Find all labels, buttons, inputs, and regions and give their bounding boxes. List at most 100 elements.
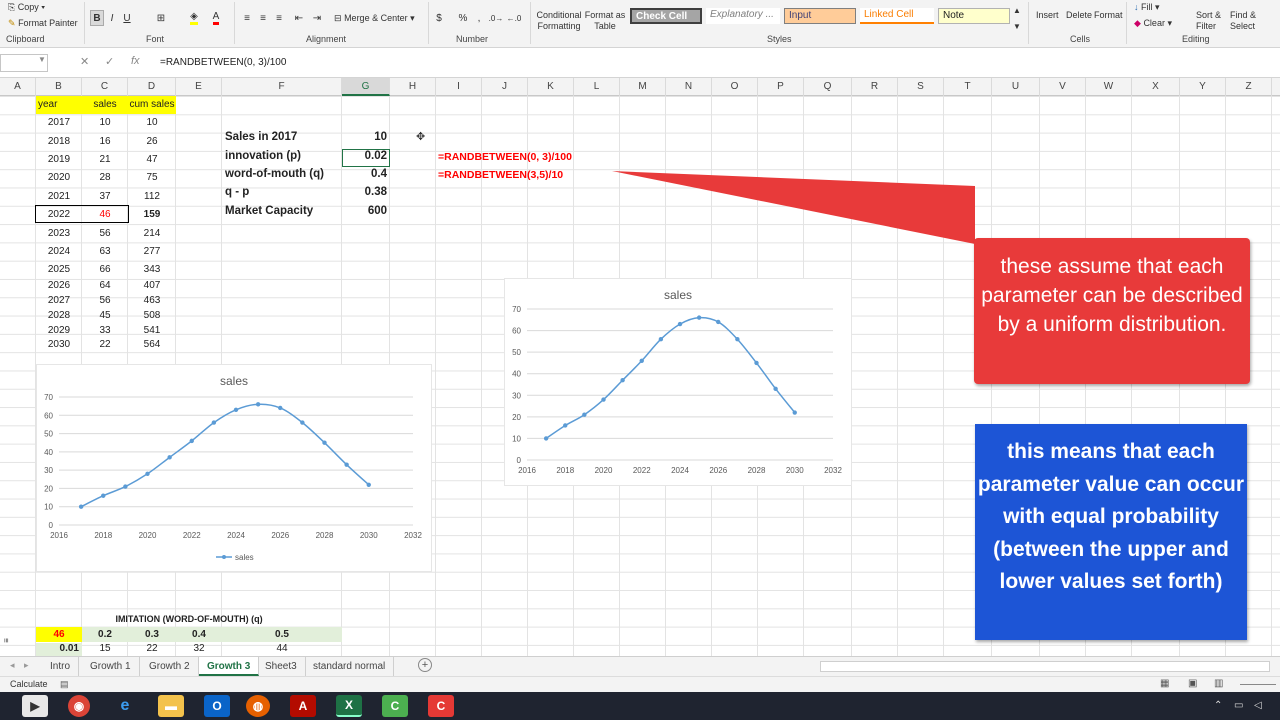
column-header-o[interactable]: O <box>712 78 758 96</box>
column-header-d[interactable]: D <box>128 78 176 96</box>
column-header-l[interactable]: L <box>574 78 620 96</box>
format-cells-button[interactable]: Format <box>1094 10 1123 20</box>
zoom-slider[interactable] <box>1240 684 1276 685</box>
copy-button[interactable]: ⎘ Copy ▾ <box>8 2 45 13</box>
header-sales[interactable]: sales <box>82 96 128 114</box>
param-label[interactable]: q - p <box>225 186 249 198</box>
param-label[interactable]: innovation (p) <box>225 150 301 162</box>
cell-cum-sales[interactable]: 112 <box>128 188 176 206</box>
column-header-c[interactable]: C <box>82 78 128 96</box>
cell-year[interactable]: 2018 <box>36 133 82 151</box>
cell-cum-sales[interactable]: 564 <box>128 336 176 354</box>
cell-year[interactable]: 2021 <box>36 188 82 206</box>
cell-cum-sales[interactable]: 47 <box>128 151 176 169</box>
acrobat-icon[interactable]: A <box>290 695 316 717</box>
cell-sales[interactable]: 56 <box>82 225 128 243</box>
page-break-icon[interactable]: ▥ <box>1214 678 1223 689</box>
param-formula-text[interactable]: =RANDBETWEEN(0, 3)/100 <box>438 151 572 163</box>
delete-cells-button[interactable]: Delete <box>1066 10 1092 20</box>
increase-indent-button[interactable]: ⇥ <box>310 10 324 26</box>
cell-cum-sales[interactable]: 159 <box>128 206 176 224</box>
column-header-m[interactable]: M <box>620 78 666 96</box>
style-note[interactable]: Note <box>938 8 1010 24</box>
increase-decimal-button[interactable]: .0→ <box>488 10 504 26</box>
new-sheet-icon[interactable]: + <box>418 658 432 672</box>
column-header-w[interactable]: W <box>1086 78 1132 96</box>
conditional-formatting-button[interactable]: Conditional Formatting <box>534 10 584 32</box>
formula-input[interactable]: =RANDBETWEEN(0, 3)/100 <box>160 57 286 68</box>
imitation-data-cell[interactable]: 22 <box>128 643 176 656</box>
cell-year[interactable]: 2023 <box>36 225 82 243</box>
column-header-i[interactable]: I <box>436 78 482 96</box>
excel-icon[interactable]: X <box>336 695 362 717</box>
tab-growth-3[interactable]: Growth 3 <box>199 657 260 676</box>
column-header-z[interactable]: Z <box>1226 78 1272 96</box>
style-linked-cell[interactable]: Linked Cell <box>860 8 934 24</box>
param-label[interactable]: word-of-mouth (q) <box>225 168 324 180</box>
currency-button[interactable]: $ <box>432 10 446 26</box>
imitation-header-cell[interactable]: 0.3 <box>128 627 176 642</box>
param-value[interactable]: 600 <box>342 205 387 217</box>
style-input[interactable]: Input <box>784 8 856 24</box>
param-formula-text[interactable]: =RANDBETWEEN(3,5)/10 <box>438 169 563 181</box>
column-header-e[interactable]: E <box>176 78 222 96</box>
cell-sales[interactable]: 37 <box>82 188 128 206</box>
merge-center-button[interactable]: ⊟ Merge & Center ▾ <box>334 13 415 24</box>
decrease-indent-button[interactable]: ⇤ <box>292 10 306 26</box>
borders-button[interactable]: ⊞ <box>152 10 170 26</box>
cell-sales[interactable]: 22 <box>82 336 128 354</box>
cell-sales[interactable]: 16 <box>82 133 128 151</box>
cancel-icon[interactable]: ✕ <box>80 55 89 68</box>
clear-button[interactable]: ◆ Clear ▾ <box>1134 18 1172 29</box>
file-explorer-icon[interactable]: ▬ <box>158 695 184 717</box>
insert-cells-button[interactable]: Insert <box>1036 10 1059 20</box>
tab-intro[interactable]: Intro <box>42 657 80 676</box>
network-icon[interactable]: ▭ <box>1234 700 1243 711</box>
edge-icon[interactable]: e <box>112 695 138 717</box>
page-layout-icon[interactable]: ▣ <box>1188 678 1197 689</box>
header-cum-sales[interactable]: cum sales <box>128 96 176 114</box>
imitation-header-cell[interactable]: 0.5 <box>222 627 342 642</box>
column-header-q[interactable]: Q <box>804 78 852 96</box>
cell-sales[interactable]: 28 <box>82 169 128 187</box>
style-check-cell[interactable]: Check Cell <box>630 8 702 24</box>
imitation-header-cell[interactable]: 0.2 <box>82 627 128 642</box>
styles-scroll-up[interactable]: ▲ <box>1012 2 1022 18</box>
cell-cum-sales[interactable]: 26 <box>128 133 176 151</box>
column-header-x[interactable]: X <box>1132 78 1180 96</box>
column-header-r[interactable]: R <box>852 78 898 96</box>
imitation-header-cell[interactable]: 0.4 <box>176 627 222 642</box>
column-header-b[interactable]: B <box>36 78 82 96</box>
column-header-j[interactable]: J <box>482 78 528 96</box>
font-color-button[interactable]: A <box>208 10 224 26</box>
column-header-f[interactable]: F <box>222 78 342 96</box>
chart-sales-right[interactable]: sales 0 10 20 30 40 50 60 70 2016 2018 2020 2022 202… <box>504 278 852 486</box>
imitation-data-cell[interactable]: 15 <box>82 643 128 656</box>
param-label[interactable]: Market Capacity <box>225 205 313 217</box>
tab-scroll-right-icon[interactable]: ▸ <box>24 660 29 671</box>
column-header-v[interactable]: V <box>1040 78 1086 96</box>
cell-year[interactable]: 2019 <box>36 151 82 169</box>
comma-button[interactable]: , <box>474 10 484 26</box>
underline-button[interactable]: U <box>120 10 134 26</box>
horizontal-scrollbar[interactable] <box>820 661 1270 672</box>
tab-standard-normal[interactable]: standard normal <box>305 657 395 676</box>
tab-growth-1[interactable]: Growth 1 <box>82 657 140 676</box>
system-tray-icon[interactable]: ⌃ <box>1214 700 1222 711</box>
column-header-y[interactable]: Y <box>1180 78 1226 96</box>
header-year[interactable]: year <box>36 96 82 114</box>
imitation-title[interactable]: IMITATION (WORD-OF-MOUTH) (q) <box>36 614 342 627</box>
param-value[interactable]: 0.4 <box>342 168 387 180</box>
column-header-k[interactable]: K <box>528 78 574 96</box>
name-box-dropdown-icon[interactable]: ▼ <box>38 55 46 64</box>
column-header-a[interactable]: A <box>0 78 36 96</box>
outlook-icon[interactable]: O <box>204 695 230 717</box>
cell-sales[interactable]: 10 <box>82 114 128 132</box>
cell-year[interactable]: 2030 <box>36 336 82 354</box>
tab-sheet3[interactable]: Sheet3 <box>257 657 306 676</box>
cell-sales[interactable]: 63 <box>82 243 128 261</box>
column-header-n[interactable]: N <box>666 78 712 96</box>
imitation-corner[interactable]: 46 <box>36 627 82 642</box>
align-right-button[interactable]: ≡ <box>272 10 286 26</box>
cell-year[interactable]: 2024 <box>36 243 82 261</box>
